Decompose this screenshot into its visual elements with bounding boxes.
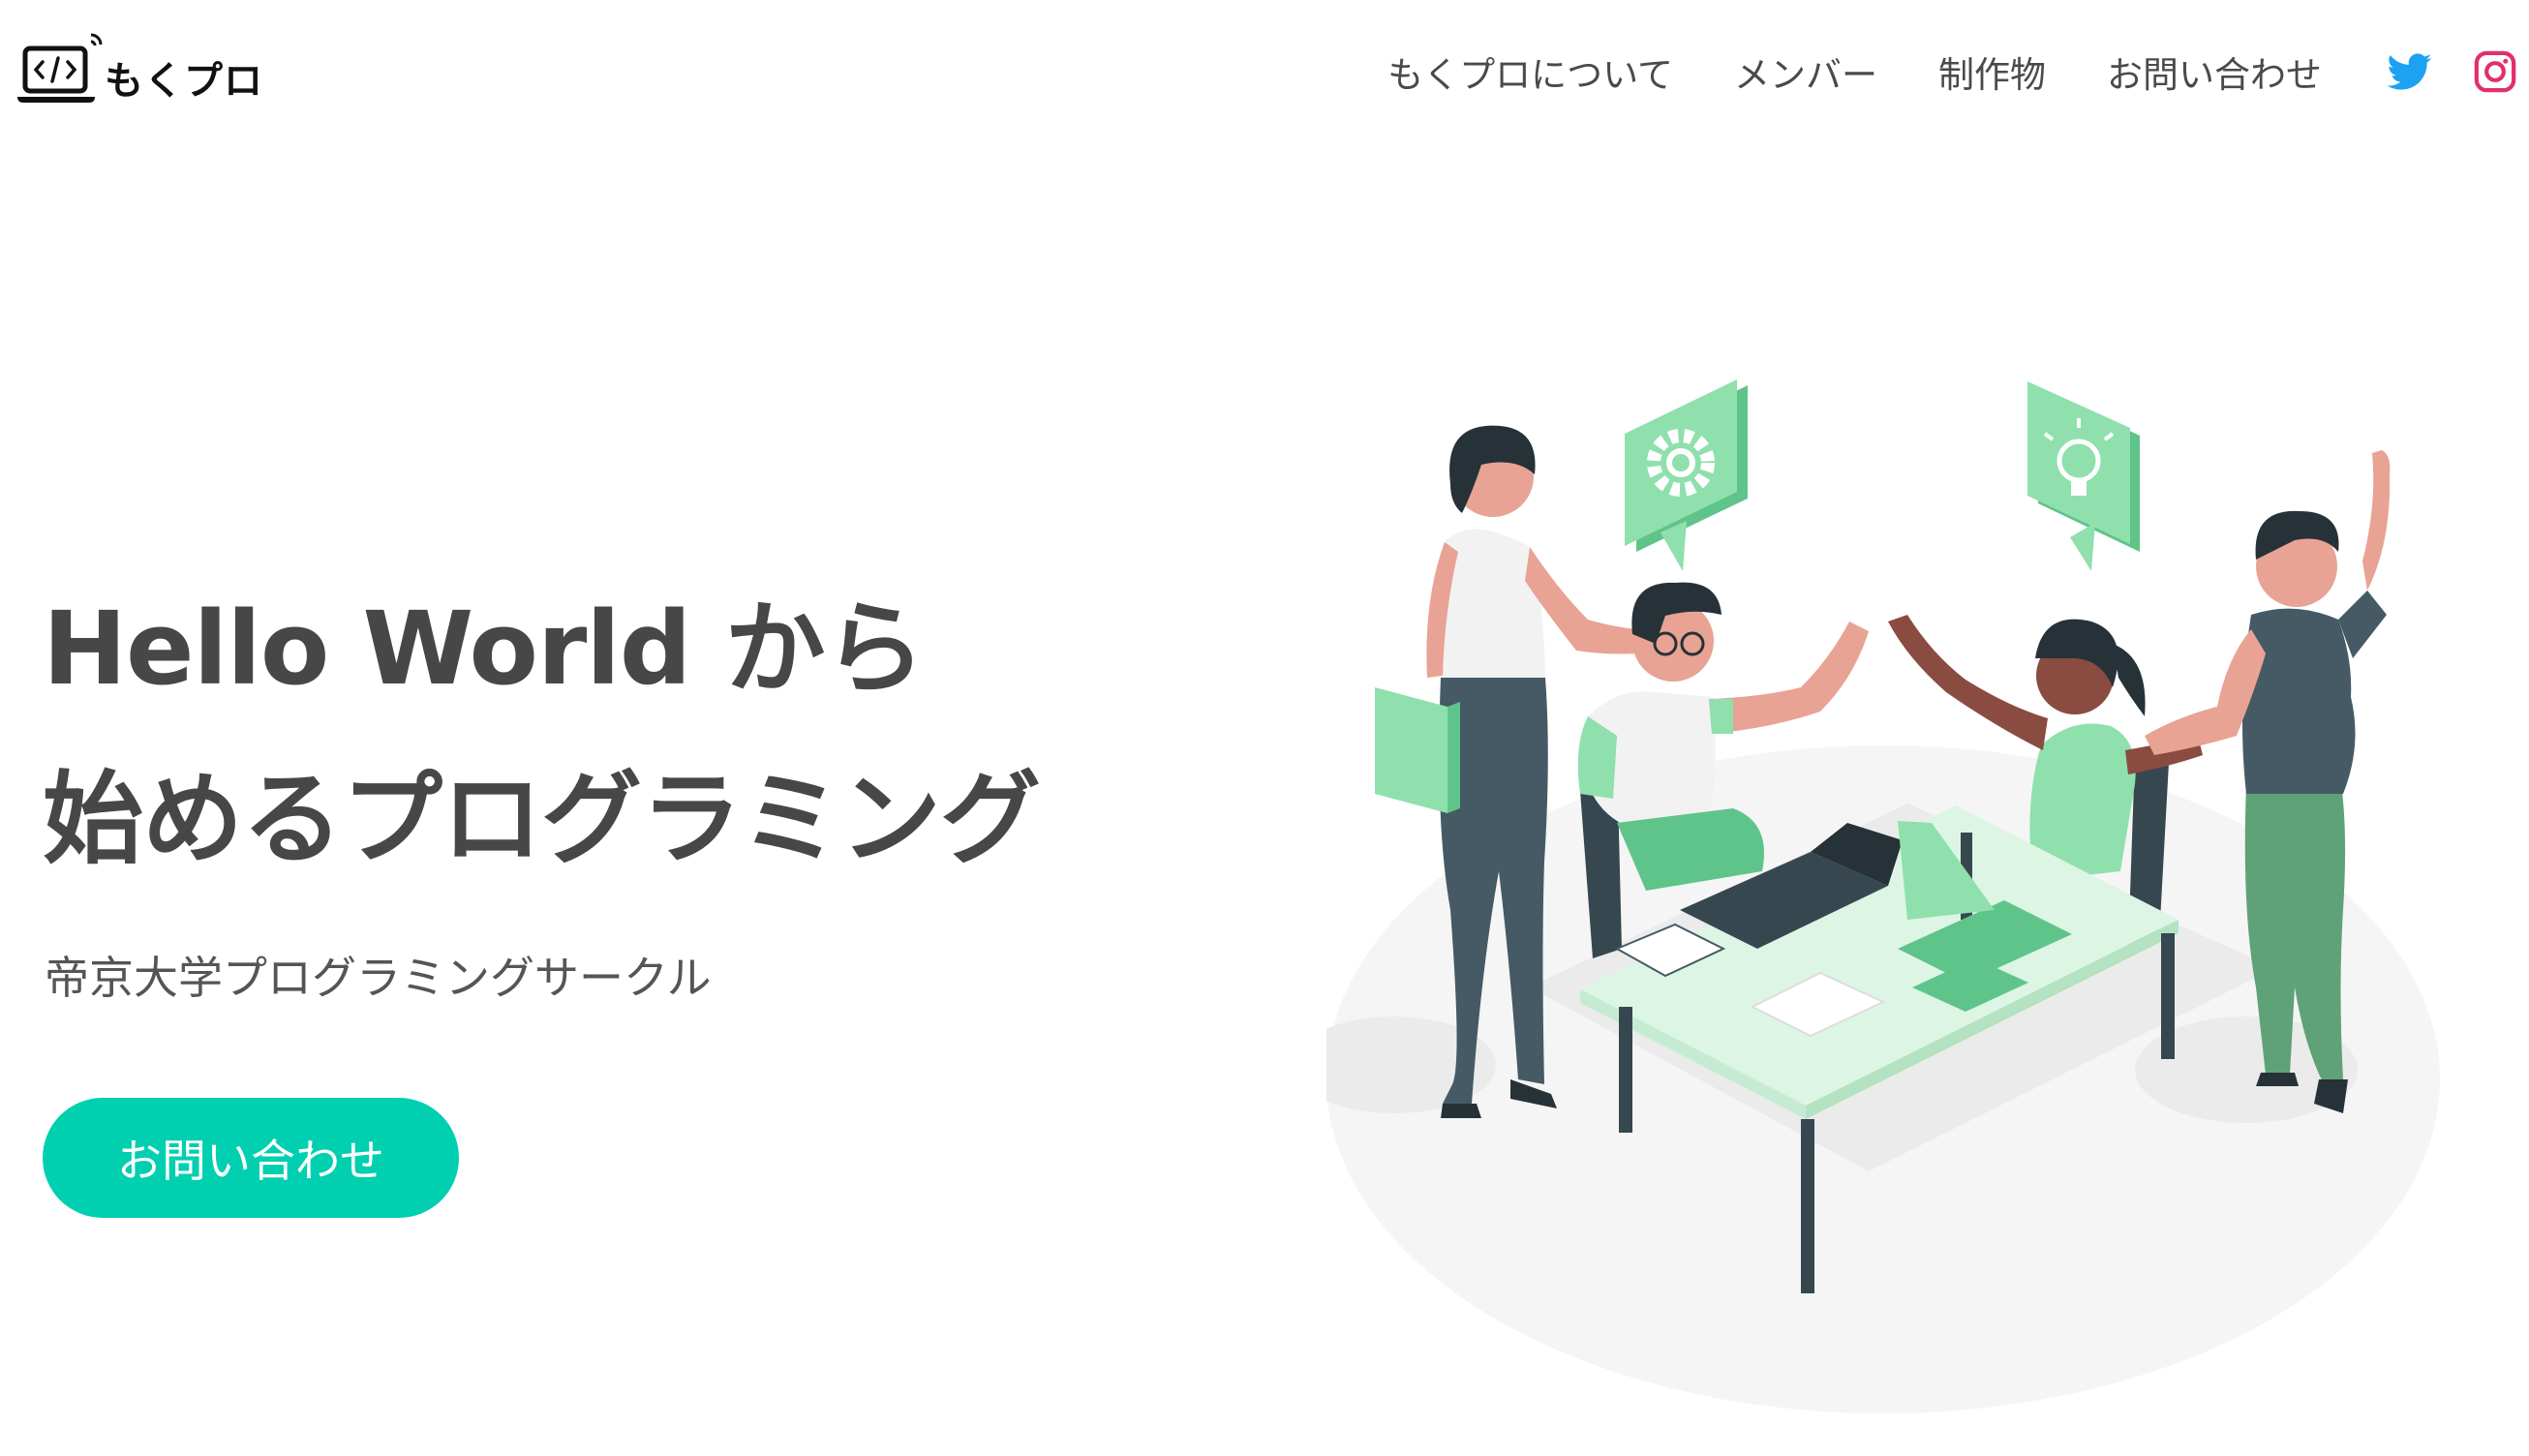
nav-link-works[interactable]: 制作物 <box>1938 46 2046 98</box>
gear-bubble-icon <box>1625 379 1748 571</box>
nav-link-members[interactable]: メンバー <box>1734 46 1877 98</box>
twitter-icon[interactable] <box>2388 49 2432 94</box>
contact-button[interactable]: お問い合わせ <box>43 1098 459 1218</box>
nav-link-about[interactable]: もくプロについて <box>1387 46 1673 98</box>
logo[interactable]: もくプロ <box>15 27 263 114</box>
team-collaboration-illustration <box>1326 379 2440 1413</box>
hero-title-line-2: 始めるプログラミング <box>43 760 1041 878</box>
page: もくプロ もくプロについて メンバー 制作物 お問い合わせ Hello Worl… <box>0 0 2529 1456</box>
social-links <box>2388 49 2517 94</box>
logo-text: もくプロ <box>105 59 263 104</box>
main-nav: もくプロについて メンバー 制作物 お問い合わせ <box>1387 39 2529 105</box>
nav-link-contact[interactable]: お問い合わせ <box>2107 46 2322 98</box>
laptop-code-icon <box>17 33 103 103</box>
hero-title-line-1: Hello World から <box>43 590 926 708</box>
instagram-icon[interactable] <box>2473 49 2517 94</box>
hero-subtitle: 帝京大学プログラミングサークル <box>45 952 712 1004</box>
hero-title: Hello World から 始めるプログラミング <box>43 563 1041 904</box>
lightbulb-bubble-icon <box>2027 381 2140 571</box>
